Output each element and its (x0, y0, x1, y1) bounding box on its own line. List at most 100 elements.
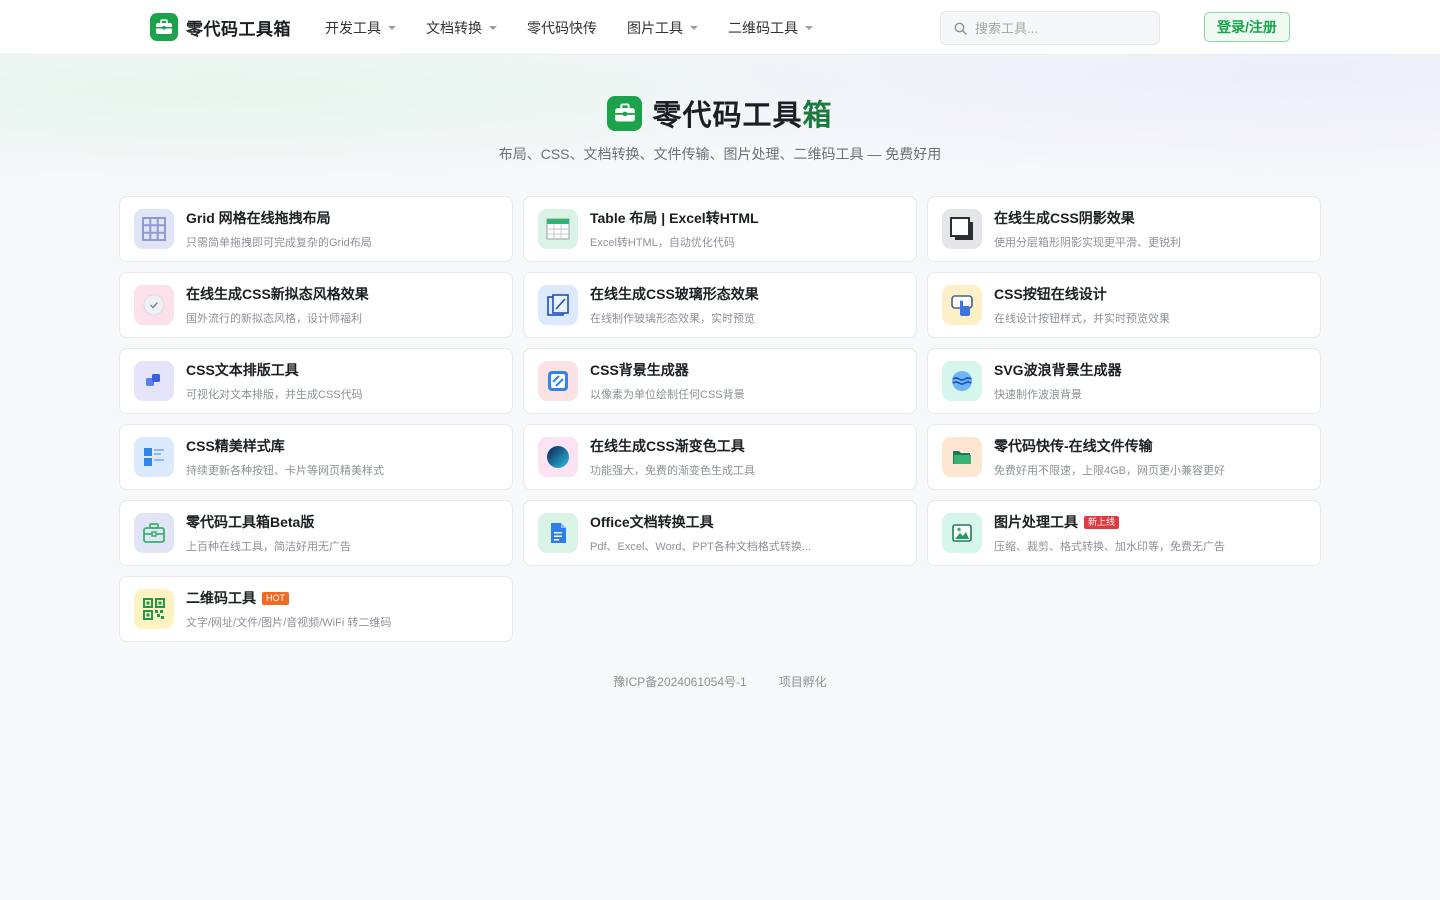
tool-card-text-layout[interactable]: CSS文本排版工具可视化对文本排版，并生成CSS代码 (119, 348, 513, 414)
tool-description: 使用分层箱形阴影实现更平滑、更锐利 (994, 237, 1181, 249)
tool-card-image-tools[interactable]: 图片处理工具 新上线压缩、裁剪、格式转换、加水印等，免费无广告 (927, 500, 1321, 566)
qr-code-icon (134, 589, 174, 629)
tool-card-css-background[interactable]: CSS背景生成器以像素为单位绘制任何CSS背景 (523, 348, 917, 414)
wave-icon (942, 361, 982, 401)
nav-doc-convert[interactable]: 文档转换 (411, 0, 512, 55)
tool-title-text: CSS背景生成器 (590, 362, 689, 378)
tool-title: CSS文本排版工具 (186, 360, 363, 380)
tool-title-text: 在线生成CSS玻璃形态效果 (590, 286, 759, 302)
tool-title: 在线生成CSS新拟态风格效果 (186, 284, 369, 304)
tool-title: CSS按钮在线设计 (994, 284, 1170, 304)
footer: 豫ICP备2024061054号-1 项目孵化 (0, 673, 1440, 690)
folder-icon (942, 437, 982, 477)
search-input[interactable] (975, 20, 1145, 36)
tool-title-text: SVG波浪背景生成器 (994, 362, 1122, 378)
tool-title-text: 零代码工具箱Beta版 (186, 514, 315, 530)
brand-logo-link[interactable]: 零代码工具箱 (150, 13, 291, 41)
table-icon (538, 209, 578, 249)
tool-title: 图片处理工具 新上线 (994, 512, 1225, 532)
shadow-box-icon (942, 209, 982, 249)
tool-card-qr-code[interactable]: 二维码工具 HOT 文字/网址/文件/图片/音视频/WiFi 转二维码 (119, 576, 513, 642)
hero-title: 零代码工具箱 (652, 92, 832, 134)
tool-title-text: 在线生成CSS渐变色工具 (590, 438, 745, 454)
tool-title: SVG波浪背景生成器 (994, 360, 1122, 380)
tool-card-toolbox-beta[interactable]: 零代码工具箱Beta版 上百种在线工具，简洁好用无广告 (119, 500, 513, 566)
tool-title: 零代码工具箱Beta版 (186, 512, 351, 532)
nav-quick-transfer[interactable]: 零代码快传 (512, 0, 612, 55)
tool-card-neumorphism[interactable]: 在线生成CSS新拟态风格效果国外流行的新拟态风格，设计师福利 (119, 272, 513, 338)
login-register-button[interactable]: 登录/注册 (1204, 12, 1290, 42)
tool-title-text: Grid 网格在线拖拽布局 (186, 210, 331, 226)
tool-card-css-button[interactable]: CSS按钮在线设计在线设计按钮样式，并实时预览效果 (927, 272, 1321, 338)
nav-label: 图片工具 (627, 19, 683, 36)
icp-link[interactable]: 豫ICP备2024061054号-1 (613, 673, 746, 690)
incubation-link[interactable]: 项目孵化 (779, 673, 827, 690)
gradient-icon (538, 437, 578, 477)
tool-card-style-library[interactable]: CSS精美样式库 持续更新各种按钮、卡片等网页精美样式 (119, 424, 513, 490)
tool-description: 在线设计按钮样式，并实时预览效果 (994, 313, 1170, 325)
brand-name: 零代码工具箱 (186, 19, 291, 39)
tool-description: 可视化对文本排版，并生成CSS代码 (186, 389, 363, 401)
search-box (940, 11, 1160, 45)
tool-card-grid-layout[interactable]: Grid 网格在线拖拽布局只需简单拖拽即可完成复杂的Grid布局 (119, 196, 513, 262)
new-badge: 新上线 (1084, 515, 1120, 529)
tool-description: 文字/网址/文件/图片/音视频/WiFi 转二维码 (186, 617, 392, 629)
tool-title: Table 布局 | Excel转HTML (590, 208, 759, 228)
chevron-down-icon (690, 25, 698, 30)
tool-description: 以像素为单位绘制任何CSS背景 (590, 389, 745, 401)
style-library-icon (134, 437, 174, 477)
tool-card-office-convert[interactable]: Office文档转换工具 Pdf、Excel、Word、PPT各种文档格式转换..… (523, 500, 917, 566)
toolbox-icon (150, 13, 178, 41)
tool-description: 只需简单拖拽即可完成复杂的Grid布局 (186, 237, 372, 249)
tool-title: 在线生成CSS阴影效果 (994, 208, 1181, 228)
top-navbar: 零代码工具箱 开发工具 文档转换 零代码快传 图片工具 二维码工具 登录/注册 (0, 0, 1440, 55)
glass-edit-icon (538, 285, 578, 325)
tool-description: 压缩、裁剪、格式转换、加水印等，免费无广告 (994, 541, 1225, 553)
nav-label: 零代码快传 (527, 19, 597, 36)
toolbox-icon (607, 95, 643, 131)
tool-card-css-gradient[interactable]: 在线生成CSS渐变色工具 功能强大，免费的渐变色生成工具 (523, 424, 917, 490)
tool-card-table-layout[interactable]: Table 布局 | Excel转HTML Excel转HTML，自动优化代码 (523, 196, 917, 262)
tool-title-text: 图片处理工具 (994, 514, 1078, 530)
tool-card-grid: Grid 网格在线拖拽布局只需简单拖拽即可完成复杂的Grid布局 Table 布… (119, 196, 1321, 642)
tool-card-svg-wave[interactable]: SVG波浪背景生成器快速制作波浪背景 (927, 348, 1321, 414)
nav-qr-tools[interactable]: 二维码工具 (713, 0, 828, 55)
tool-title-text: 零代码快传-在线文件传输 (994, 438, 1153, 454)
nav-label: 二维码工具 (728, 19, 798, 36)
tool-description: 快速制作波浪背景 (994, 389, 1082, 401)
tool-title-text: CSS按钮在线设计 (994, 286, 1107, 302)
tool-title-text: Table 布局 | Excel转HTML (590, 210, 759, 226)
text-layout-icon (134, 361, 174, 401)
tool-title: 零代码快传-在线文件传输 (994, 436, 1225, 456)
tool-title: Office文档转换工具 (590, 512, 811, 532)
nav-dev-tools[interactable]: 开发工具 (310, 0, 411, 55)
chevron-down-icon (489, 25, 497, 30)
tool-title-text: CSS文本排版工具 (186, 362, 299, 378)
hero-title-main: 零代码工具 (652, 100, 803, 132)
tool-card-file-transfer[interactable]: 零代码快传-在线文件传输 免费好用不限速，上限4GB，网页更小兼容更好 (927, 424, 1321, 490)
tool-card-glassmorphism[interactable]: 在线生成CSS玻璃形态效果在线制作玻璃形态效果，实时预览 (523, 272, 917, 338)
tool-title-text: 在线生成CSS新拟态风格效果 (186, 286, 369, 302)
tool-title-text: CSS精美样式库 (186, 438, 285, 454)
tool-description: Pdf、Excel、Word、PPT各种文档格式转换... (590, 541, 812, 553)
tool-title: 在线生成CSS渐变色工具 (590, 436, 755, 456)
tool-title: 二维码工具 HOT (186, 588, 391, 608)
image-icon (942, 513, 982, 553)
search-icon (954, 22, 967, 35)
pattern-icon (538, 361, 578, 401)
tool-title-text: 二维码工具 (186, 590, 256, 606)
chevron-down-icon (805, 25, 813, 30)
nav-image-tools[interactable]: 图片工具 (612, 0, 713, 55)
document-icon (538, 513, 578, 553)
grid-icon (134, 209, 174, 249)
hot-badge: HOT (262, 591, 289, 605)
tool-card-css-shadow[interactable]: 在线生成CSS阴影效果使用分层箱形阴影实现更平滑、更锐利 (927, 196, 1321, 262)
tool-title-text: 在线生成CSS阴影效果 (994, 210, 1135, 226)
tool-title: Grid 网格在线拖拽布局 (186, 208, 372, 228)
chevron-down-icon (388, 25, 396, 30)
tool-description: 在线制作玻璃形态效果，实时预览 (590, 313, 755, 325)
nav-label: 文档转换 (426, 19, 482, 36)
tool-description: 国外流行的新拟态风格，设计师福利 (186, 313, 362, 325)
toolbox-icon (134, 513, 174, 553)
tool-title-text: Office文档转换工具 (590, 514, 714, 530)
